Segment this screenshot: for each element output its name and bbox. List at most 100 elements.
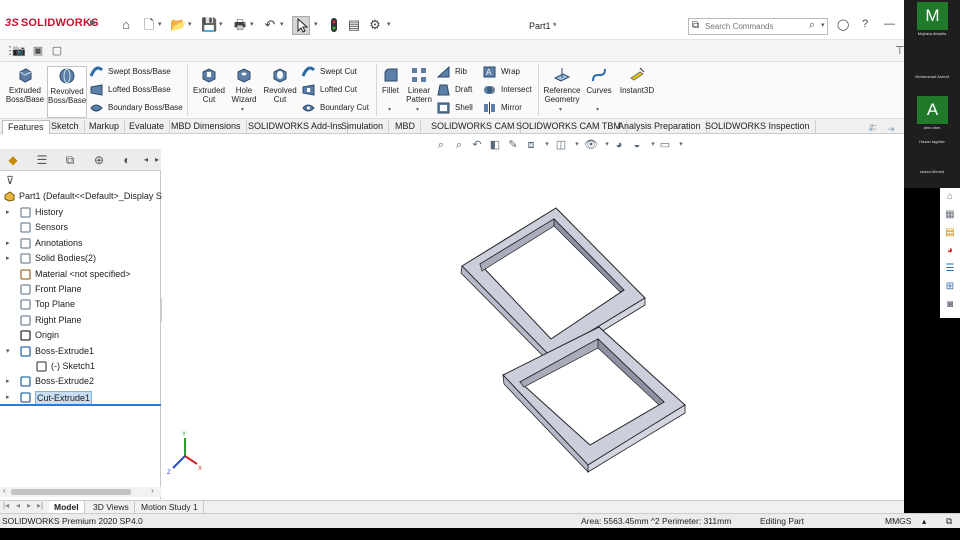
- tab-evaluate[interactable]: Evaluate: [124, 120, 171, 134]
- print-icon[interactable]: 🖶: [232, 17, 248, 33]
- search-commands-box[interactable]: ⧉ ⌕ ▾: [688, 18, 828, 35]
- part-model[interactable]: Y X Z: [162, 134, 904, 500]
- forum-icon[interactable]: ◙: [943, 298, 957, 312]
- help-icon[interactable]: ?: [862, 18, 868, 30]
- section-view-icon[interactable]: ◧: [488, 138, 502, 152]
- curves-dropdown-icon[interactable]: ▾: [596, 106, 599, 113]
- tree-item-annotations[interactable]: ▸ Annotations: [0, 236, 161, 251]
- previous-view-icon[interactable]: ↶: [470, 138, 484, 152]
- tab-sketch[interactable]: Sketch: [46, 120, 85, 134]
- bottom-tab-3d-views[interactable]: 3D Views: [88, 501, 135, 513]
- view-orientation-dropdown-icon[interactable]: ▾: [540, 138, 554, 152]
- bottom-tab-model[interactable]: Model: [49, 501, 85, 513]
- expand-icon[interactable]: ▸: [6, 390, 10, 405]
- reference-geometry-dropdown-icon[interactable]: ▾: [559, 106, 562, 113]
- tree-item-boss-extrude2[interactable]: ▸ Boss-Extrude2: [0, 374, 161, 389]
- rib-button[interactable]: Rib: [437, 66, 467, 78]
- user-account-icon[interactable]: ◯: [837, 18, 849, 31]
- appearances-icon[interactable]: ◕: [943, 244, 957, 258]
- tree-horizontal-scrollbar[interactable]: ‹ ›: [0, 486, 161, 497]
- revolved-boss-button[interactable]: Revolved Boss/Base: [47, 66, 87, 118]
- mirror-button[interactable]: Mirror: [483, 102, 522, 114]
- camera-icon[interactable]: 📷: [11, 43, 27, 59]
- linear-pattern-dropdown-icon[interactable]: ▾: [416, 106, 419, 113]
- filter-icon[interactable]: ⊽: [6, 174, 14, 187]
- undo-icon[interactable]: ↶: [262, 17, 278, 33]
- tree-item-top-plane[interactable]: Top Plane: [0, 297, 161, 312]
- new-document-icon[interactable]: 🗋: [141, 17, 157, 33]
- tree-item-front-plane[interactable]: Front Plane: [0, 282, 161, 297]
- rollback-bar[interactable]: [0, 404, 161, 406]
- expand-icon[interactable]: ▸: [6, 236, 10, 251]
- tree-item-material-not-specified[interactable]: Material <not specified>: [0, 267, 161, 282]
- boundary-boss-button[interactable]: Boundary Boss/Base: [90, 102, 183, 114]
- file-properties-icon[interactable]: ▤: [346, 17, 362, 33]
- upper-frame[interactable]: [460, 207, 646, 364]
- rebuild-traffic-light-icon[interactable]: [326, 17, 342, 33]
- expand-icon[interactable]: ▸: [6, 205, 10, 220]
- linear-pattern-button[interactable]: Linear Pattern: [404, 66, 434, 104]
- tree-item-history[interactable]: ▸ History: [0, 205, 161, 220]
- configuration-manager-tab-icon[interactable]: ⧉: [61, 152, 79, 168]
- dimxpert-tab-icon[interactable]: ⊕: [90, 152, 108, 168]
- tab-solidworks-cam[interactable]: SOLIDWORKS CAM: [426, 120, 521, 134]
- tab-solidworks-cam-tbm[interactable]: SOLIDWORKS CAM TBM: [511, 120, 627, 134]
- lower-frame[interactable]: [502, 326, 686, 473]
- curves-button[interactable]: Curves: [584, 66, 614, 95]
- hide-show-items-icon[interactable]: 👁: [584, 138, 598, 152]
- solidworks-resources-icon[interactable]: ⌂: [943, 190, 957, 204]
- search-icon[interactable]: ⌕: [809, 19, 815, 32]
- intersect-button[interactable]: Intersect: [483, 84, 532, 96]
- display-manager-tab-icon[interactable]: ◐: [118, 152, 136, 168]
- instant3d-button[interactable]: Instant3D: [618, 66, 656, 95]
- edit-appearance-icon[interactable]: ◕: [612, 138, 626, 152]
- collapse-icon[interactable]: ▾: [6, 344, 10, 359]
- unit-dropdown-icon[interactable]: ▴: [922, 514, 926, 528]
- zoom-to-area-icon[interactable]: ⌕: [452, 138, 466, 152]
- tree-root-part1[interactable]: Part1 (Default<<Default>_Display Stat: [0, 189, 172, 204]
- draft-button[interactable]: Draft: [437, 84, 472, 96]
- shell-button[interactable]: Shell: [437, 102, 473, 114]
- display-style-dropdown-icon[interactable]: ▾: [570, 138, 584, 152]
- tree-item-solid-bodies-2[interactable]: ▸ Solid Bodies(2): [0, 251, 161, 266]
- hole-wizard-button[interactable]: Hole Wizard: [228, 66, 260, 104]
- tab-analysis-preparation[interactable]: Analysis Preparation: [613, 120, 707, 134]
- options-gear-icon[interactable]: ⚙: [367, 17, 383, 33]
- home-icon[interactable]: ⌂: [118, 17, 134, 33]
- hole-wizard-dropdown-icon[interactable]: ▾: [241, 106, 244, 113]
- options-dropdown-icon[interactable]: ▾: [387, 20, 391, 28]
- tree-item-sensors[interactable]: Sensors: [0, 220, 161, 235]
- revolved-cut-button[interactable]: Revolved Cut: [262, 66, 298, 104]
- select-tool-button[interactable]: [292, 16, 310, 35]
- tree-item-origin[interactable]: Origin: [0, 328, 161, 343]
- lofted-boss-button[interactable]: Lofted Boss/Base: [90, 84, 171, 96]
- feature-manager-tab-icon[interactable]: ◆: [4, 152, 22, 168]
- undo-dropdown-icon[interactable]: ▾: [280, 20, 284, 28]
- new-dropdown-icon[interactable]: ▾: [158, 20, 162, 28]
- lofted-cut-button[interactable]: Lofted Cut: [302, 84, 357, 96]
- menu-expand-icon[interactable]: ▶: [90, 18, 96, 27]
- tree-item-sketch1[interactable]: (-) Sketch1: [0, 359, 161, 374]
- pin-icon[interactable]: ⊤: [895, 43, 904, 59]
- search-input[interactable]: [705, 20, 805, 33]
- minimize-icon[interactable]: —: [884, 18, 895, 30]
- design-library-icon[interactable]: ▦: [943, 208, 957, 222]
- scroll-right-icon[interactable]: ›: [151, 486, 154, 495]
- wrap-button[interactable]: A Wrap: [483, 66, 520, 78]
- open-dropdown-icon[interactable]: ▾: [188, 20, 192, 28]
- view-orientation-icon[interactable]: ⧈: [524, 138, 538, 152]
- extruded-cut-button[interactable]: Extruded Cut: [190, 66, 228, 104]
- graphics-area[interactable]: ⇤ ⇥ Y X Z: [162, 124, 904, 500]
- unit-system[interactable]: MMGS: [885, 514, 911, 528]
- tab-scroll-prev-icon[interactable]: ◂: [16, 501, 20, 510]
- reference-geometry-button[interactable]: Reference Geometry: [540, 66, 584, 104]
- fillet-dropdown-icon[interactable]: ▾: [388, 106, 391, 113]
- render-tools-icon[interactable]: ▣: [30, 43, 46, 59]
- customize-status-icon[interactable]: ⧉: [946, 514, 952, 528]
- expand-icon[interactable]: ▸: [6, 374, 10, 389]
- tab-scroll-next-icon[interactable]: ▸: [27, 501, 31, 510]
- apply-scene-icon[interactable]: ◒: [630, 138, 644, 152]
- tab-solidworks-inspection[interactable]: SOLIDWORKS Inspection: [700, 120, 816, 134]
- view-settings-icon[interactable]: ▭: [658, 138, 672, 152]
- scrollbar-thumb[interactable]: [11, 489, 131, 495]
